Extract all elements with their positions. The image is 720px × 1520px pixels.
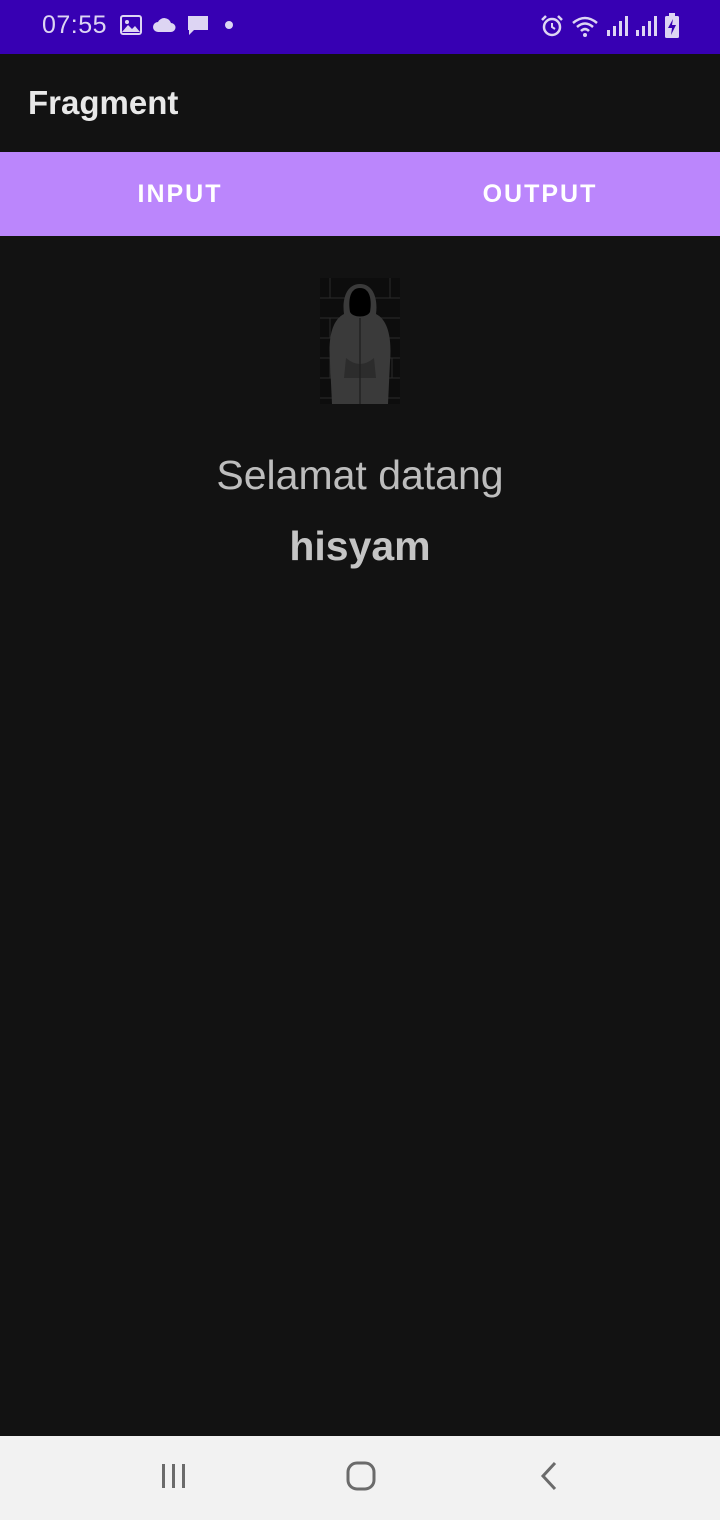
app-title: Fragment — [28, 84, 179, 121]
navigation-bar — [0, 1436, 720, 1520]
status-notification-icons — [120, 14, 238, 36]
avatar-image — [320, 278, 400, 404]
tab-bar: INPUT OUTPUT — [0, 152, 720, 236]
user-name: hisyam — [289, 523, 431, 569]
signal-icon — [606, 15, 628, 37]
tab-output[interactable]: OUTPUT — [360, 152, 720, 236]
back-button[interactable] — [489, 1436, 609, 1520]
screen: 07:55 Fragment INPUT OUTPUT Selamat data… — [0, 0, 720, 1520]
wifi-icon — [571, 14, 599, 38]
signal-icon — [635, 15, 657, 37]
recents-icon — [159, 1461, 189, 1496]
status-time: 07:55 — [42, 11, 108, 39]
image-icon — [120, 15, 142, 35]
home-button[interactable] — [301, 1436, 421, 1520]
tab-input[interactable]: INPUT — [0, 152, 360, 236]
battery-charging-icon — [664, 13, 680, 39]
dot-icon — [220, 20, 238, 30]
status-bar: 07:55 — [0, 0, 720, 54]
status-system-icons — [540, 13, 680, 39]
cloud-icon — [152, 16, 176, 34]
back-icon — [537, 1460, 561, 1497]
recents-button[interactable] — [114, 1436, 234, 1520]
home-icon — [345, 1460, 377, 1497]
message-icon — [186, 14, 210, 36]
app-bar: Fragment — [0, 54, 720, 152]
welcome-text: Selamat datang — [216, 452, 504, 498]
alarm-icon — [540, 14, 564, 38]
